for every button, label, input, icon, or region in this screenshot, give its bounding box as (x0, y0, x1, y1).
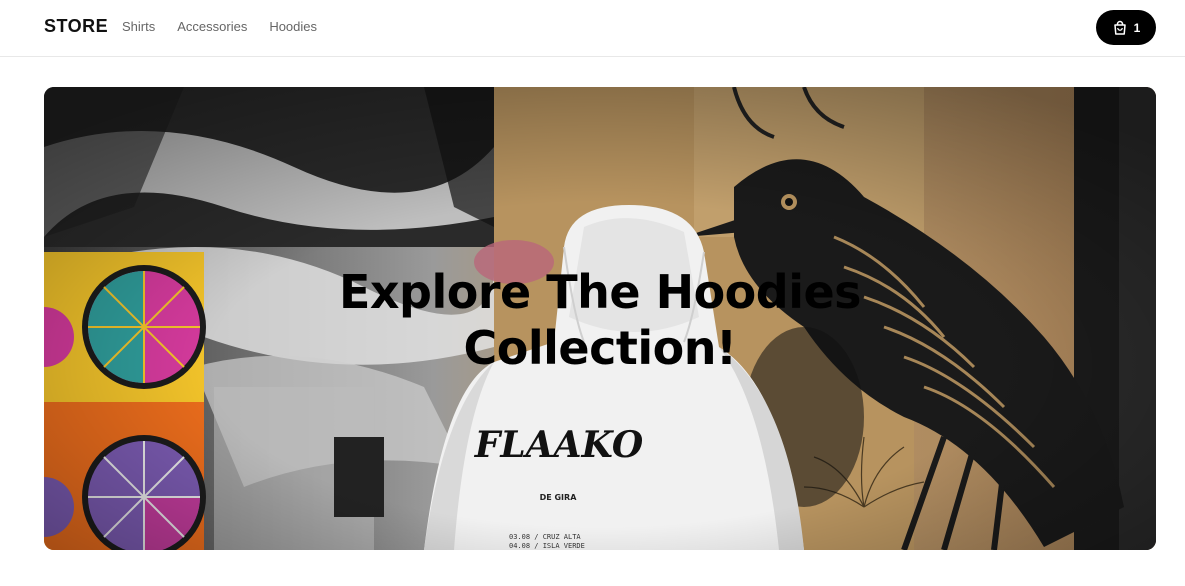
hero-banner[interactable]: FLAAKO DE GIRA 03.08 / CRUZ ALTA 04.08 /… (44, 87, 1156, 550)
store-logo[interactable]: STORE (44, 16, 108, 37)
hero-title: Explore The Hoodies Collection! (44, 264, 1156, 376)
hero-title-line-2: Collection! (463, 321, 737, 375)
nav-link-shirts[interactable]: Shirts (122, 19, 155, 34)
hero-title-line-1: Explore The Hoodies (338, 265, 862, 319)
cart-button[interactable]: 1 (1096, 10, 1156, 45)
nav-link-accessories[interactable]: Accessories (177, 19, 247, 34)
hoodie-print-date-1: 03.08 / CRUZ ALTA (509, 533, 581, 541)
cart-count-badge: 1 (1133, 20, 1141, 35)
nav-links: Shirts Accessories Hoodies (122, 19, 317, 34)
shopping-bag-icon (1112, 20, 1128, 36)
top-navbar: STORE Shirts Accessories Hoodies 1 (0, 0, 1185, 57)
hoodie-print-logo: FLAAKO (474, 424, 644, 466)
hoodie-print-subtitle: DE GIRA (540, 493, 578, 502)
nav-link-hoodies[interactable]: Hoodies (269, 19, 317, 34)
hoodie-print-date-2: 04.08 / ISLA VERDE (509, 542, 585, 550)
